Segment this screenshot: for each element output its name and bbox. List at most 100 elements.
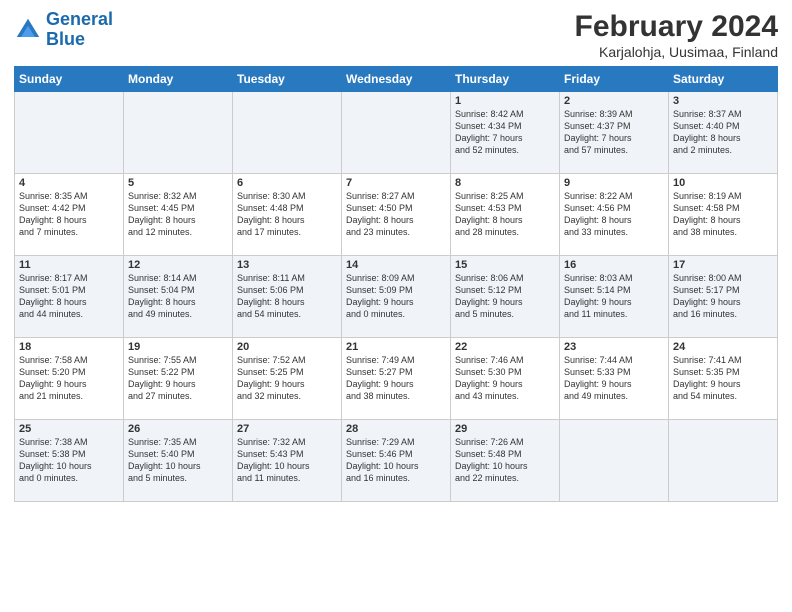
calendar-cell: 29Sunrise: 7:26 AM Sunset: 5:48 PM Dayli… [451, 420, 560, 502]
day-info: Sunrise: 8:39 AM Sunset: 4:37 PM Dayligh… [564, 109, 633, 155]
week-row-4: 18Sunrise: 7:58 AM Sunset: 5:20 PM Dayli… [15, 338, 778, 420]
logo: General Blue [14, 10, 113, 50]
calendar-cell: 9 Sunrise: 8:22 AM Sunset: 4:56 PM Daylig… [560, 174, 669, 256]
day-info: Sunrise: 8:00 AM Sunset: 5:17 PM Dayligh… [673, 273, 742, 319]
day-number: 27 [237, 423, 337, 435]
day-header-row: SundayMondayTuesdayWednesdayThursdayFrid… [15, 67, 778, 92]
calendar-cell: 5Sunrise: 8:32 AM Sunset: 4:45 PM Daylig… [124, 174, 233, 256]
logo-icon [14, 16, 42, 44]
day-info: Sunrise: 8:09 AM Sunset: 5:09 PM Dayligh… [346, 273, 415, 319]
day-number: 9 [564, 177, 664, 189]
day-number: 1 [455, 95, 555, 107]
day-number: 21 [346, 341, 446, 353]
day-info: Sunrise: 8:42 AM Sunset: 4:34 PM Dayligh… [455, 109, 524, 155]
week-row-1: 1 Sunrise: 8:42 AM Sunset: 4:34 PM Daylig… [15, 92, 778, 174]
day-info: Sunrise: 7:55 AM Sunset: 5:22 PM Dayligh… [128, 355, 197, 401]
day-number: 15 [455, 259, 555, 271]
day-number: 5 [128, 177, 228, 189]
calendar-cell: 4 Sunrise: 8:35 AM Sunset: 4:42 PM Daylig… [15, 174, 124, 256]
day-number: 26 [128, 423, 228, 435]
calendar-cell: 13 Sunrise: 8:11 AM Sunset: 5:06 PM Dayli… [233, 256, 342, 338]
calendar-cell: 27 Sunrise: 7:32 AM Sunset: 5:43 PM Dayli… [233, 420, 342, 502]
day-number: 22 [455, 341, 555, 353]
subtitle: Karjalohja, Uusimaa, Finland [575, 44, 778, 60]
day-info: Sunrise: 8:14 AM Sunset: 5:04 PM Dayligh… [128, 273, 197, 319]
calendar-table: SundayMondayTuesdayWednesdayThursdayFrid… [14, 66, 778, 502]
calendar-cell: 15 Sunrise: 8:06 AM Sunset: 5:12 PM Dayli… [451, 256, 560, 338]
day-number: 25 [19, 423, 119, 435]
calendar-cell: 17Sunrise: 8:00 AM Sunset: 5:17 PM Dayli… [669, 256, 778, 338]
day-info: Sunrise: 7:52 AM Sunset: 5:25 PM Dayligh… [237, 355, 306, 401]
logo-text: General Blue [46, 10, 113, 50]
title-block: February 2024 Karjalohja, Uusimaa, Finla… [575, 10, 778, 60]
calendar-cell: 1 Sunrise: 8:42 AM Sunset: 4:34 PM Daylig… [451, 92, 560, 174]
day-number: 6 [237, 177, 337, 189]
day-header-thursday: Thursday [451, 67, 560, 92]
calendar-cell: 18Sunrise: 7:58 AM Sunset: 5:20 PM Dayli… [15, 338, 124, 420]
day-header-wednesday: Wednesday [342, 67, 451, 92]
calendar-cell: 20 Sunrise: 7:52 AM Sunset: 5:25 PM Dayli… [233, 338, 342, 420]
day-info: Sunrise: 7:35 AM Sunset: 5:40 PM Dayligh… [128, 437, 201, 483]
day-number: 7 [346, 177, 446, 189]
day-number: 16 [564, 259, 664, 271]
day-number: 24 [673, 341, 773, 353]
logo-blue: Blue [46, 29, 85, 49]
calendar-cell: 22 Sunrise: 7:46 AM Sunset: 5:30 PM Dayli… [451, 338, 560, 420]
day-number: 29 [455, 423, 555, 435]
calendar-cell [124, 92, 233, 174]
day-number: 3 [673, 95, 773, 107]
main-title: February 2024 [575, 10, 778, 44]
day-header-saturday: Saturday [669, 67, 778, 92]
calendar-cell [342, 92, 451, 174]
day-header-tuesday: Tuesday [233, 67, 342, 92]
calendar-cell: 2Sunrise: 8:39 AM Sunset: 4:37 PM Daylig… [560, 92, 669, 174]
day-info: Sunrise: 7:58 AM Sunset: 5:20 PM Dayligh… [19, 355, 88, 401]
day-info: Sunrise: 8:27 AM Sunset: 4:50 PM Dayligh… [346, 191, 415, 237]
day-number: 23 [564, 341, 664, 353]
calendar-cell: 10 Sunrise: 8:19 AM Sunset: 4:58 PM Dayli… [669, 174, 778, 256]
day-info: Sunrise: 8:30 AM Sunset: 4:48 PM Dayligh… [237, 191, 306, 237]
day-number: 14 [346, 259, 446, 271]
day-info: Sunrise: 8:37 AM Sunset: 4:40 PM Dayligh… [673, 109, 742, 155]
day-number: 28 [346, 423, 446, 435]
calendar-cell: 11Sunrise: 8:17 AM Sunset: 5:01 PM Dayli… [15, 256, 124, 338]
day-number: 10 [673, 177, 773, 189]
day-info: Sunrise: 8:25 AM Sunset: 4:53 PM Dayligh… [455, 191, 524, 237]
calendar-cell: 25 Sunrise: 7:38 AM Sunset: 5:38 PM Dayli… [15, 420, 124, 502]
header-row: General Blue February 2024 Karjalohja, U… [14, 10, 778, 60]
day-info: Sunrise: 8:19 AM Sunset: 4:58 PM Dayligh… [673, 191, 742, 237]
logo-general: General [46, 9, 113, 29]
day-number: 12 [128, 259, 228, 271]
day-info: Sunrise: 8:03 AM Sunset: 5:14 PM Dayligh… [564, 273, 633, 319]
page-container: General Blue February 2024 Karjalohja, U… [0, 0, 792, 510]
day-header-friday: Friday [560, 67, 669, 92]
calendar-cell: 8 Sunrise: 8:25 AM Sunset: 4:53 PM Daylig… [451, 174, 560, 256]
day-info: Sunrise: 7:44 AM Sunset: 5:33 PM Dayligh… [564, 355, 633, 401]
calendar-cell: 7 Sunrise: 8:27 AM Sunset: 4:50 PM Daylig… [342, 174, 451, 256]
day-info: Sunrise: 8:06 AM Sunset: 5:12 PM Dayligh… [455, 273, 524, 319]
day-number: 13 [237, 259, 337, 271]
calendar-cell [669, 420, 778, 502]
day-info: Sunrise: 8:35 AM Sunset: 4:42 PM Dayligh… [19, 191, 88, 237]
day-info: Sunrise: 7:38 AM Sunset: 5:38 PM Dayligh… [19, 437, 92, 483]
day-number: 20 [237, 341, 337, 353]
day-number: 19 [128, 341, 228, 353]
calendar-cell [560, 420, 669, 502]
calendar-cell: 6 Sunrise: 8:30 AM Sunset: 4:48 PM Daylig… [233, 174, 342, 256]
day-header-monday: Monday [124, 67, 233, 92]
calendar-cell: 16 Sunrise: 8:03 AM Sunset: 5:14 PM Dayli… [560, 256, 669, 338]
calendar-cell: 21 Sunrise: 7:49 AM Sunset: 5:27 PM Dayli… [342, 338, 451, 420]
day-number: 4 [19, 177, 119, 189]
day-info: Sunrise: 7:46 AM Sunset: 5:30 PM Dayligh… [455, 355, 524, 401]
week-row-3: 11Sunrise: 8:17 AM Sunset: 5:01 PM Dayli… [15, 256, 778, 338]
day-info: Sunrise: 7:49 AM Sunset: 5:27 PM Dayligh… [346, 355, 415, 401]
day-info: Sunrise: 8:11 AM Sunset: 5:06 PM Dayligh… [237, 273, 305, 319]
day-info: Sunrise: 8:22 AM Sunset: 4:56 PM Dayligh… [564, 191, 633, 237]
calendar-cell: 3 Sunrise: 8:37 AM Sunset: 4:40 PM Daylig… [669, 92, 778, 174]
calendar-cell [15, 92, 124, 174]
day-info: Sunrise: 7:32 AM Sunset: 5:43 PM Dayligh… [237, 437, 310, 483]
day-number: 8 [455, 177, 555, 189]
calendar-cell: 23 Sunrise: 7:44 AM Sunset: 5:33 PM Dayli… [560, 338, 669, 420]
week-row-2: 4 Sunrise: 8:35 AM Sunset: 4:42 PM Daylig… [15, 174, 778, 256]
day-info: Sunrise: 8:17 AM Sunset: 5:01 PM Dayligh… [19, 273, 88, 319]
